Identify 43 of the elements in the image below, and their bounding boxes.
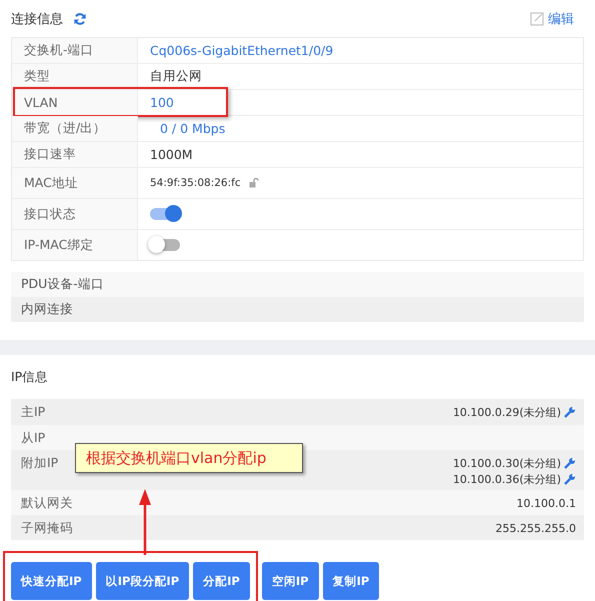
row-label: 带宽（进/出） [12,116,138,141]
panel-row: PDU设备-端口 [11,272,584,297]
action-button[interactable]: 分配IP [193,562,250,600]
row-label: 附加IP [21,454,58,472]
toggle-switch[interactable] [150,239,180,251]
wrench-icon[interactable] [564,457,576,469]
action-button[interactable]: 复制IP [322,562,380,600]
row-label: 接口速率 [12,142,138,167]
ip-value: 10.100.0.29(未分组) [452,404,561,420]
ip-value: 10.100.0.36(未分组) [452,472,561,486]
row-label: MAC地址 [12,168,138,198]
row-value: 自用公网 [150,68,202,85]
row-label: 子网掩码 [21,519,73,537]
row-label: IP-MAC绑定 [12,230,138,260]
mac-value: 54:9f:35:08:26:fc [150,177,241,189]
wrench-icon[interactable] [564,473,576,485]
row-label: 主IP [21,403,46,421]
row-label: 默认网关 [21,494,73,512]
action-button[interactable]: 空闲IP [262,562,319,600]
row-label: 类型 [12,64,138,89]
wrench-icon[interactable] [564,406,576,418]
row-label: VLAN [12,90,138,115]
annotation-callout: 根据交换机端口vlan分配ip [75,443,303,473]
row-label: 交换机-端口 [12,38,138,63]
row-label: 从IP [21,429,46,447]
ip-value: 10.100.0.30(未分组) [452,456,561,470]
ip-value: 255.255.255.0 [496,522,576,534]
action-button[interactable]: 以IP段分配IP [96,562,190,600]
ip-value: 10.100.0.1 [516,496,576,510]
value-link[interactable]: 100 [150,95,174,110]
value-link[interactable]: Cq006s-GigabitEthernet1/0/9 [150,43,334,58]
section-title: 连接信息 [11,10,63,28]
section-title: IP信息 [11,368,50,386]
edit-icon [530,12,544,26]
edit-link[interactable]: 编辑 [530,10,574,28]
toggle-switch[interactable] [150,208,180,220]
row-value: 1000M [150,147,193,162]
row-label: 接口状态 [12,199,138,229]
lock-icon[interactable] [248,178,259,188]
action-button[interactable]: 快速分配IP [11,562,92,600]
panel-row: 内网连接 [11,297,584,322]
refresh-icon[interactable] [73,12,87,26]
value-link[interactable]: 0 / 0 Mbps [150,121,226,136]
